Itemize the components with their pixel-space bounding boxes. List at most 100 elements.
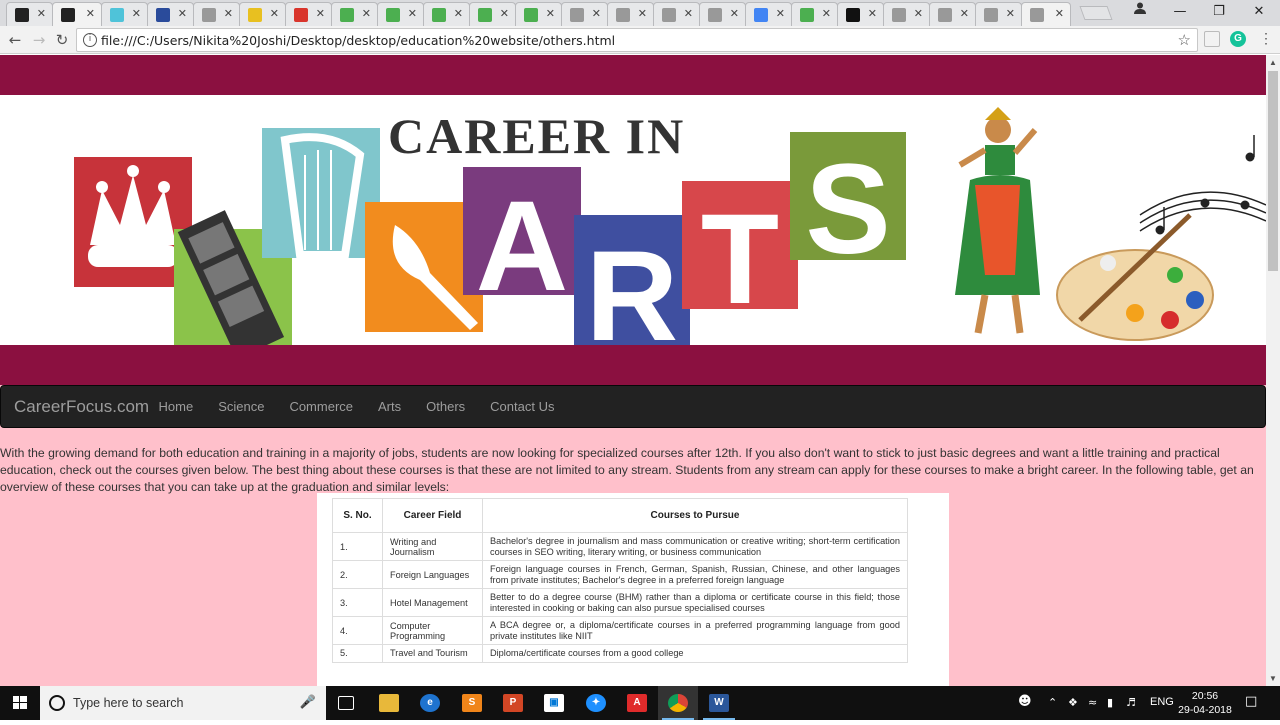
- tab-close-icon[interactable]: ✕: [822, 7, 831, 20]
- tab-close-icon[interactable]: ✕: [362, 7, 371, 20]
- forward-arrow-icon[interactable]: →: [29, 30, 49, 50]
- minimize-icon[interactable]: —: [1160, 0, 1200, 24]
- notifications-icon[interactable]: □: [1245, 694, 1257, 709]
- grammarly-icon[interactable]: G: [1230, 31, 1246, 47]
- browser-tab[interactable]: ✕: [745, 2, 792, 26]
- browser-tab[interactable]: ✕: [285, 2, 332, 26]
- restore-icon[interactable]: ❐: [1199, 0, 1239, 24]
- browser-tab[interactable]: ✕: [193, 2, 240, 26]
- task-view-icon[interactable]: [326, 686, 366, 720]
- close-window-icon[interactable]: ✕: [1239, 0, 1279, 24]
- nav-link-others[interactable]: Others: [414, 386, 478, 429]
- browser-tab[interactable]: ✕: [377, 2, 424, 26]
- nav-link-contact-us[interactable]: Contact Us: [478, 386, 567, 429]
- tab-close-icon[interactable]: ✕: [316, 7, 325, 20]
- browser-tab[interactable]: ✕: [699, 2, 746, 26]
- nav-link-home[interactable]: Home: [146, 386, 206, 429]
- tab-close-icon[interactable]: ✕: [546, 7, 555, 20]
- word-icon[interactable]: W: [699, 686, 739, 720]
- tab-close-icon[interactable]: ✕: [178, 7, 187, 20]
- browser-tab[interactable]: ✕: [653, 2, 700, 26]
- scroll-down-icon[interactable]: ▼: [1269, 674, 1277, 683]
- tab-close-icon[interactable]: ✕: [454, 7, 463, 20]
- wifi-icon[interactable]: ≈: [1088, 696, 1097, 709]
- tab-close-icon[interactable]: ✕: [500, 7, 509, 20]
- people-icon[interactable]: ☻: [1018, 694, 1032, 709]
- powerpoint-icon[interactable]: P: [493, 686, 533, 720]
- edge-icon[interactable]: e: [410, 686, 450, 720]
- browser-tab[interactable]: ✕: [6, 2, 53, 26]
- tray-chevron-icon[interactable]: ⌃: [1048, 696, 1057, 709]
- dropbox-icon[interactable]: ❖: [1068, 696, 1078, 709]
- chrome-icon[interactable]: [658, 686, 698, 720]
- profile-icon[interactable]: [1120, 0, 1160, 24]
- reload-icon[interactable]: ↻: [52, 30, 72, 50]
- safari-icon[interactable]: ✦: [576, 686, 616, 720]
- windows-start-icon[interactable]: [0, 686, 40, 720]
- tab-close-icon[interactable]: ✕: [1006, 7, 1015, 20]
- browser-tab[interactable]: ✕: [929, 2, 976, 26]
- table-row: 5. Travel and Tourism Diploma/certificate …: [332, 644, 908, 663]
- browser-tab[interactable]: ✕: [147, 2, 194, 26]
- banner-artwork: CAREER IN A R T S: [74, 107, 1266, 345]
- volume-icon[interactable]: ♬: [1126, 696, 1136, 709]
- nav-link-science[interactable]: Science: [206, 386, 277, 429]
- tab-close-icon[interactable]: ✕: [132, 7, 141, 20]
- file-explorer-icon[interactable]: [369, 686, 409, 720]
- tab-close-icon[interactable]: ✕: [684, 7, 693, 20]
- browser-tab[interactable]: ✕: [607, 2, 654, 26]
- back-arrow-icon[interactable]: ←: [5, 30, 25, 50]
- battery-icon[interactable]: ▮: [1107, 696, 1113, 709]
- w3schools-favicon-icon: [524, 7, 538, 22]
- tab-close-icon[interactable]: ✕: [638, 7, 647, 20]
- tab-close-icon[interactable]: ✕: [592, 7, 601, 20]
- tab-close-icon[interactable]: ✕: [37, 7, 46, 20]
- store-icon[interactable]: ▣: [534, 686, 574, 720]
- taskbar-clock[interactable]: 20:56 29-04-2018: [1170, 689, 1240, 717]
- tab-close-icon[interactable]: ✕: [224, 7, 233, 20]
- tab-close-icon[interactable]: ✕: [270, 7, 279, 20]
- bookmark-star-icon[interactable]: ☆: [1178, 31, 1191, 49]
- acrobat-icon[interactable]: A: [617, 686, 657, 720]
- tab-close-icon[interactable]: ✕: [408, 7, 417, 20]
- address-url[interactable]: file:///C:/Users/Nikita%20Joshi/Desktop/…: [101, 33, 615, 48]
- browser-tab[interactable]: ✕: [1021, 2, 1071, 26]
- tab-close-icon[interactable]: ✕: [86, 7, 95, 20]
- browser-tab[interactable]: ✕: [837, 2, 884, 26]
- browser-tab[interactable]: ✕: [561, 2, 608, 26]
- tab-close-icon[interactable]: ✕: [868, 7, 877, 20]
- page-favicon-icon: [616, 7, 630, 22]
- info-icon[interactable]: i: [83, 33, 97, 47]
- table-header-cell: Courses to Pursue: [482, 498, 908, 533]
- tab-close-icon[interactable]: ✕: [1055, 7, 1064, 20]
- scrollbar-thumb[interactable]: [1268, 71, 1278, 271]
- browser-tab[interactable]: ✕: [423, 2, 470, 26]
- browser-tab[interactable]: ✕: [101, 2, 148, 26]
- tab-close-icon[interactable]: ✕: [730, 7, 739, 20]
- address-bar[interactable]: i file:///C:/Users/Nikita%20Joshi/Deskto…: [76, 28, 1198, 52]
- browser-tab[interactable]: ✕: [331, 2, 378, 26]
- browser-tab[interactable]: ✕: [883, 2, 930, 26]
- nav-link-commerce[interactable]: Commerce: [277, 386, 366, 429]
- app-favicon-icon: [156, 7, 170, 22]
- browser-tab[interactable]: ✕: [975, 2, 1022, 26]
- page-favicon-icon: [938, 7, 952, 22]
- new-tab-button[interactable]: [1079, 6, 1113, 20]
- extension-icon[interactable]: [1204, 31, 1220, 47]
- taskbar-search-box[interactable]: Type here to search 🎤: [40, 686, 326, 720]
- menu-kebab-icon[interactable]: ⋮: [1258, 31, 1274, 47]
- browser-tab[interactable]: ✕: [469, 2, 516, 26]
- microphone-icon[interactable]: 🎤: [300, 694, 316, 710]
- sublime-text-icon[interactable]: S: [452, 686, 492, 720]
- browser-tab[interactable]: ✕: [515, 2, 562, 26]
- nav-link-arts[interactable]: Arts: [366, 386, 414, 429]
- scroll-up-icon[interactable]: ▲: [1269, 58, 1277, 67]
- tab-close-icon[interactable]: ✕: [776, 7, 785, 20]
- browser-tab[interactable]: ✕: [239, 2, 286, 26]
- navbar-brand[interactable]: CareerFocus.com: [14, 397, 149, 417]
- vertical-scrollbar[interactable]: ▲ ▼: [1266, 55, 1280, 686]
- tab-close-icon[interactable]: ✕: [914, 7, 923, 20]
- tab-close-icon[interactable]: ✕: [960, 7, 969, 20]
- browser-tab[interactable]: ✕: [791, 2, 838, 26]
- browser-tab[interactable]: ✕: [52, 2, 102, 26]
